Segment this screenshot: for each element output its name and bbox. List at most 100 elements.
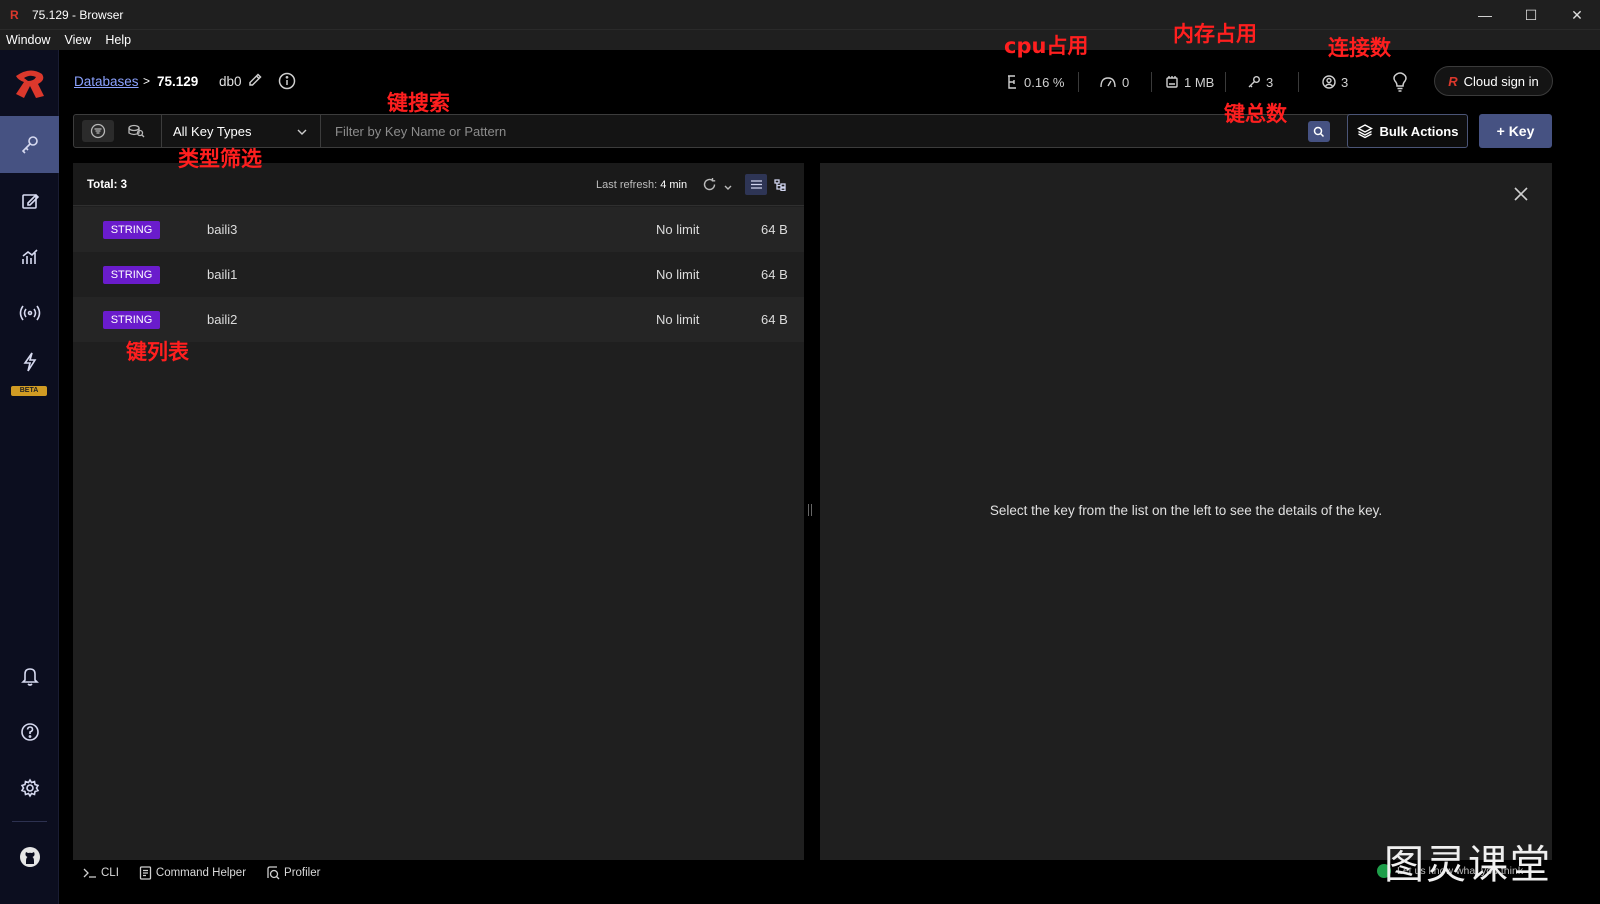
sidebar-item-settings[interactable] (0, 759, 59, 816)
list-view-toggle[interactable] (745, 174, 767, 195)
edit-db-button[interactable] (247, 72, 263, 91)
vector-search-mode[interactable] (120, 120, 152, 142)
window-controls: — ☐ ✕ (1462, 0, 1600, 30)
pattern-search-mode[interactable] (82, 120, 114, 142)
table-row[interactable]: STRING baili1 No limit 64 B (73, 252, 804, 297)
close-window-button[interactable]: ✕ (1554, 0, 1600, 30)
stat-divider (1298, 72, 1299, 92)
breadcrumb-databases-link[interactable]: Databases (74, 74, 139, 89)
add-key-button[interactable]: + Key (1479, 114, 1552, 148)
key-type-badge: STRING (103, 311, 160, 329)
breadcrumb-host: 75.129 (157, 74, 199, 89)
memory-icon (1166, 76, 1178, 88)
panel-resize-handle[interactable] (808, 504, 814, 518)
edit-icon (21, 193, 39, 209)
last-refresh: Last refresh: 4 min (596, 179, 687, 191)
sidebar: BETA (0, 50, 59, 904)
refresh-button[interactable] (702, 177, 717, 195)
command-helper-label: Command Helper (155, 866, 247, 879)
redis-logo-icon[interactable] (12, 68, 48, 102)
sidebar-item-help[interactable] (0, 703, 59, 760)
close-details-button[interactable] (1514, 187, 1528, 204)
key-ttl: No limit (656, 312, 700, 327)
user-circle-icon (1322, 75, 1336, 89)
profiler-label: Profiler (284, 866, 321, 879)
sidebar-divider (12, 821, 47, 822)
github-icon (19, 846, 40, 867)
sidebar-item-github[interactable] (0, 828, 59, 885)
key-size: 64 B (761, 267, 788, 282)
analytics-icon (21, 248, 38, 264)
annotation-key-total: 键总数 (1224, 102, 1287, 126)
db-index: db0 (219, 74, 242, 89)
cloud-sign-in-button[interactable]: R Cloud sign in (1434, 66, 1553, 96)
db-info-button[interactable] (278, 72, 296, 93)
tree-icon (773, 178, 786, 191)
window-title: 75.129 - Browser (32, 7, 124, 22)
no-key-selected-message: Select the key from the list on the left… (989, 503, 1383, 518)
key-icon (21, 135, 38, 154)
sidebar-item-browser[interactable] (0, 116, 59, 173)
terminal-icon (83, 868, 96, 878)
bottom-bar: CLI Command Helper Profiler (73, 861, 1552, 884)
key-total-count: Total: 3 (87, 179, 128, 191)
key-size: 64 B (761, 222, 788, 237)
cli-button[interactable]: CLI (83, 867, 119, 879)
cloud-sign-in-label: Cloud sign in (1463, 73, 1539, 89)
cli-label: CLI (101, 866, 119, 879)
list-icon (750, 180, 762, 189)
sidebar-item-workbench[interactable] (0, 172, 59, 229)
key-ttl: No limit (656, 222, 700, 237)
minimize-button[interactable]: — (1462, 0, 1508, 30)
annotation-key-search: 键搜索 (387, 91, 450, 115)
keys-value: 3 (1266, 74, 1274, 90)
watermark: 图灵课堂 (1384, 842, 1552, 888)
app-logo-icon: R (10, 7, 19, 22)
key-filter-bar: All Key Types (73, 114, 1362, 148)
search-icon (1313, 126, 1325, 137)
key-name: baili2 (207, 312, 238, 327)
stat-divider (1078, 72, 1079, 92)
breadcrumb-separator: > (143, 74, 151, 88)
cpu-value: 0.16 % (1024, 74, 1065, 90)
broadcast-icon (19, 305, 40, 320)
last-refresh-value: 4 min (660, 179, 688, 191)
table-row[interactable]: STRING baili3 No limit 64 B (73, 207, 804, 252)
key-type-select-value: All Key Types (173, 123, 252, 139)
speedometer-icon (1100, 77, 1116, 88)
document-icon (139, 865, 152, 880)
refresh-icon (703, 178, 716, 191)
stat-divider (1225, 72, 1226, 92)
auto-refresh-dropdown[interactable] (723, 180, 733, 195)
command-helper-button[interactable]: Command Helper (139, 865, 247, 880)
search-button[interactable] (1308, 121, 1330, 142)
menu-window[interactable]: Window (6, 33, 50, 47)
annotation-type-filter: 类型筛选 (178, 147, 262, 171)
sidebar-item-analytics[interactable] (0, 228, 59, 285)
key-name: baili3 (207, 222, 238, 237)
tree-view-toggle[interactable] (769, 174, 791, 195)
menu-help[interactable]: Help (105, 33, 131, 47)
lightning-icon (22, 352, 36, 371)
menu-view[interactable]: View (64, 33, 91, 47)
ops-value: 0 (1122, 74, 1130, 90)
pencil-icon (249, 73, 262, 86)
ops-stat: 0 (1099, 72, 1129, 92)
key-size: 64 B (761, 312, 788, 327)
profiler-icon (267, 865, 280, 879)
help-icon (20, 722, 39, 741)
close-icon (1514, 187, 1528, 201)
layers-icon (1356, 124, 1373, 139)
maximize-button[interactable]: ☐ (1508, 0, 1554, 30)
clients-stat: 3 (1322, 72, 1348, 92)
sidebar-item-pubsub[interactable] (0, 284, 59, 341)
key-name: baili1 (207, 267, 238, 282)
search-mode-toggle (74, 115, 162, 147)
sidebar-item-notifications[interactable] (0, 647, 59, 704)
insights-button[interactable] (1392, 72, 1408, 95)
bulk-actions-button[interactable]: Bulk Actions (1347, 114, 1468, 148)
key-search-input[interactable] (330, 115, 1300, 147)
chevron-down-icon (296, 125, 308, 140)
bulk-actions-label: Bulk Actions (1379, 123, 1459, 139)
profiler-button[interactable]: Profiler (266, 865, 321, 880)
